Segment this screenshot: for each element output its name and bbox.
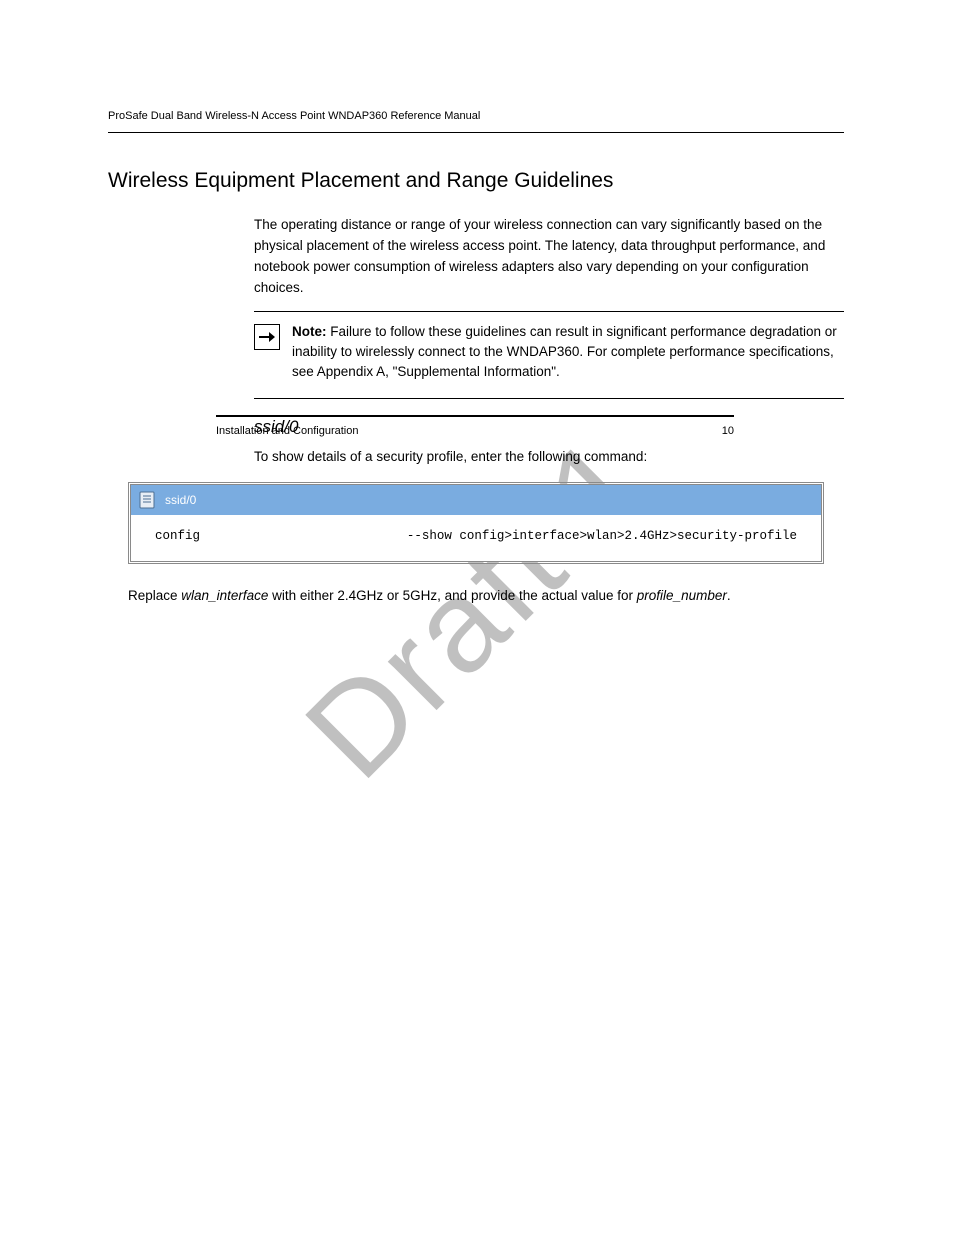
example-right: --show config>interface>wlan>2.4GHz>secu…	[407, 529, 797, 543]
page-footer: Installation and Configuration 10	[216, 415, 734, 437]
file-icon	[139, 491, 155, 509]
note-block: Note: Failure to follow these guidelines…	[254, 311, 844, 400]
example-header: ssid/0	[131, 485, 821, 515]
note-link: Appendix A, "Supplemental Information".	[317, 364, 560, 379]
command-lead-paragraph: To show details of a security profile, e…	[254, 447, 844, 468]
example-header-label: ssid/0	[165, 493, 196, 507]
intro-paragraph: The operating distance or range of your …	[254, 215, 844, 299]
variable-replace-paragraph: Replace wlan_interface with either 2.4GH…	[128, 586, 824, 607]
example-box: ssid/0 config --show config>interface>wl…	[128, 482, 824, 564]
footer-rule	[216, 415, 734, 417]
note-rule-bottom	[254, 398, 844, 399]
page-header: ProSafe Dual Band Wireless-N Access Poin…	[108, 110, 844, 122]
var-tail: .	[727, 588, 731, 603]
header-title: ProSafe Dual Band Wireless-N Access Poin…	[108, 110, 480, 122]
footer-chapter: Installation and Configuration	[216, 425, 358, 437]
arrow-right-icon	[254, 324, 280, 350]
var-lead: Replace	[128, 588, 181, 603]
note-label: Note:	[292, 324, 327, 339]
note-text: Note: Failure to follow these guidelines…	[292, 322, 844, 383]
var-profile-number: profile_number	[637, 588, 727, 603]
var-mid: with either 2.4GHz or 5GHz, and provide …	[268, 588, 636, 603]
section-heading: Wireless Equipment Placement and Range G…	[108, 169, 844, 193]
var-wlan-interface: wlan_interface	[181, 588, 268, 603]
footer-page-number: 10	[722, 425, 734, 437]
header-rule	[108, 132, 844, 133]
example-body: config --show config>interface>wlan>2.4G…	[131, 515, 821, 561]
example-left: config	[155, 529, 200, 543]
